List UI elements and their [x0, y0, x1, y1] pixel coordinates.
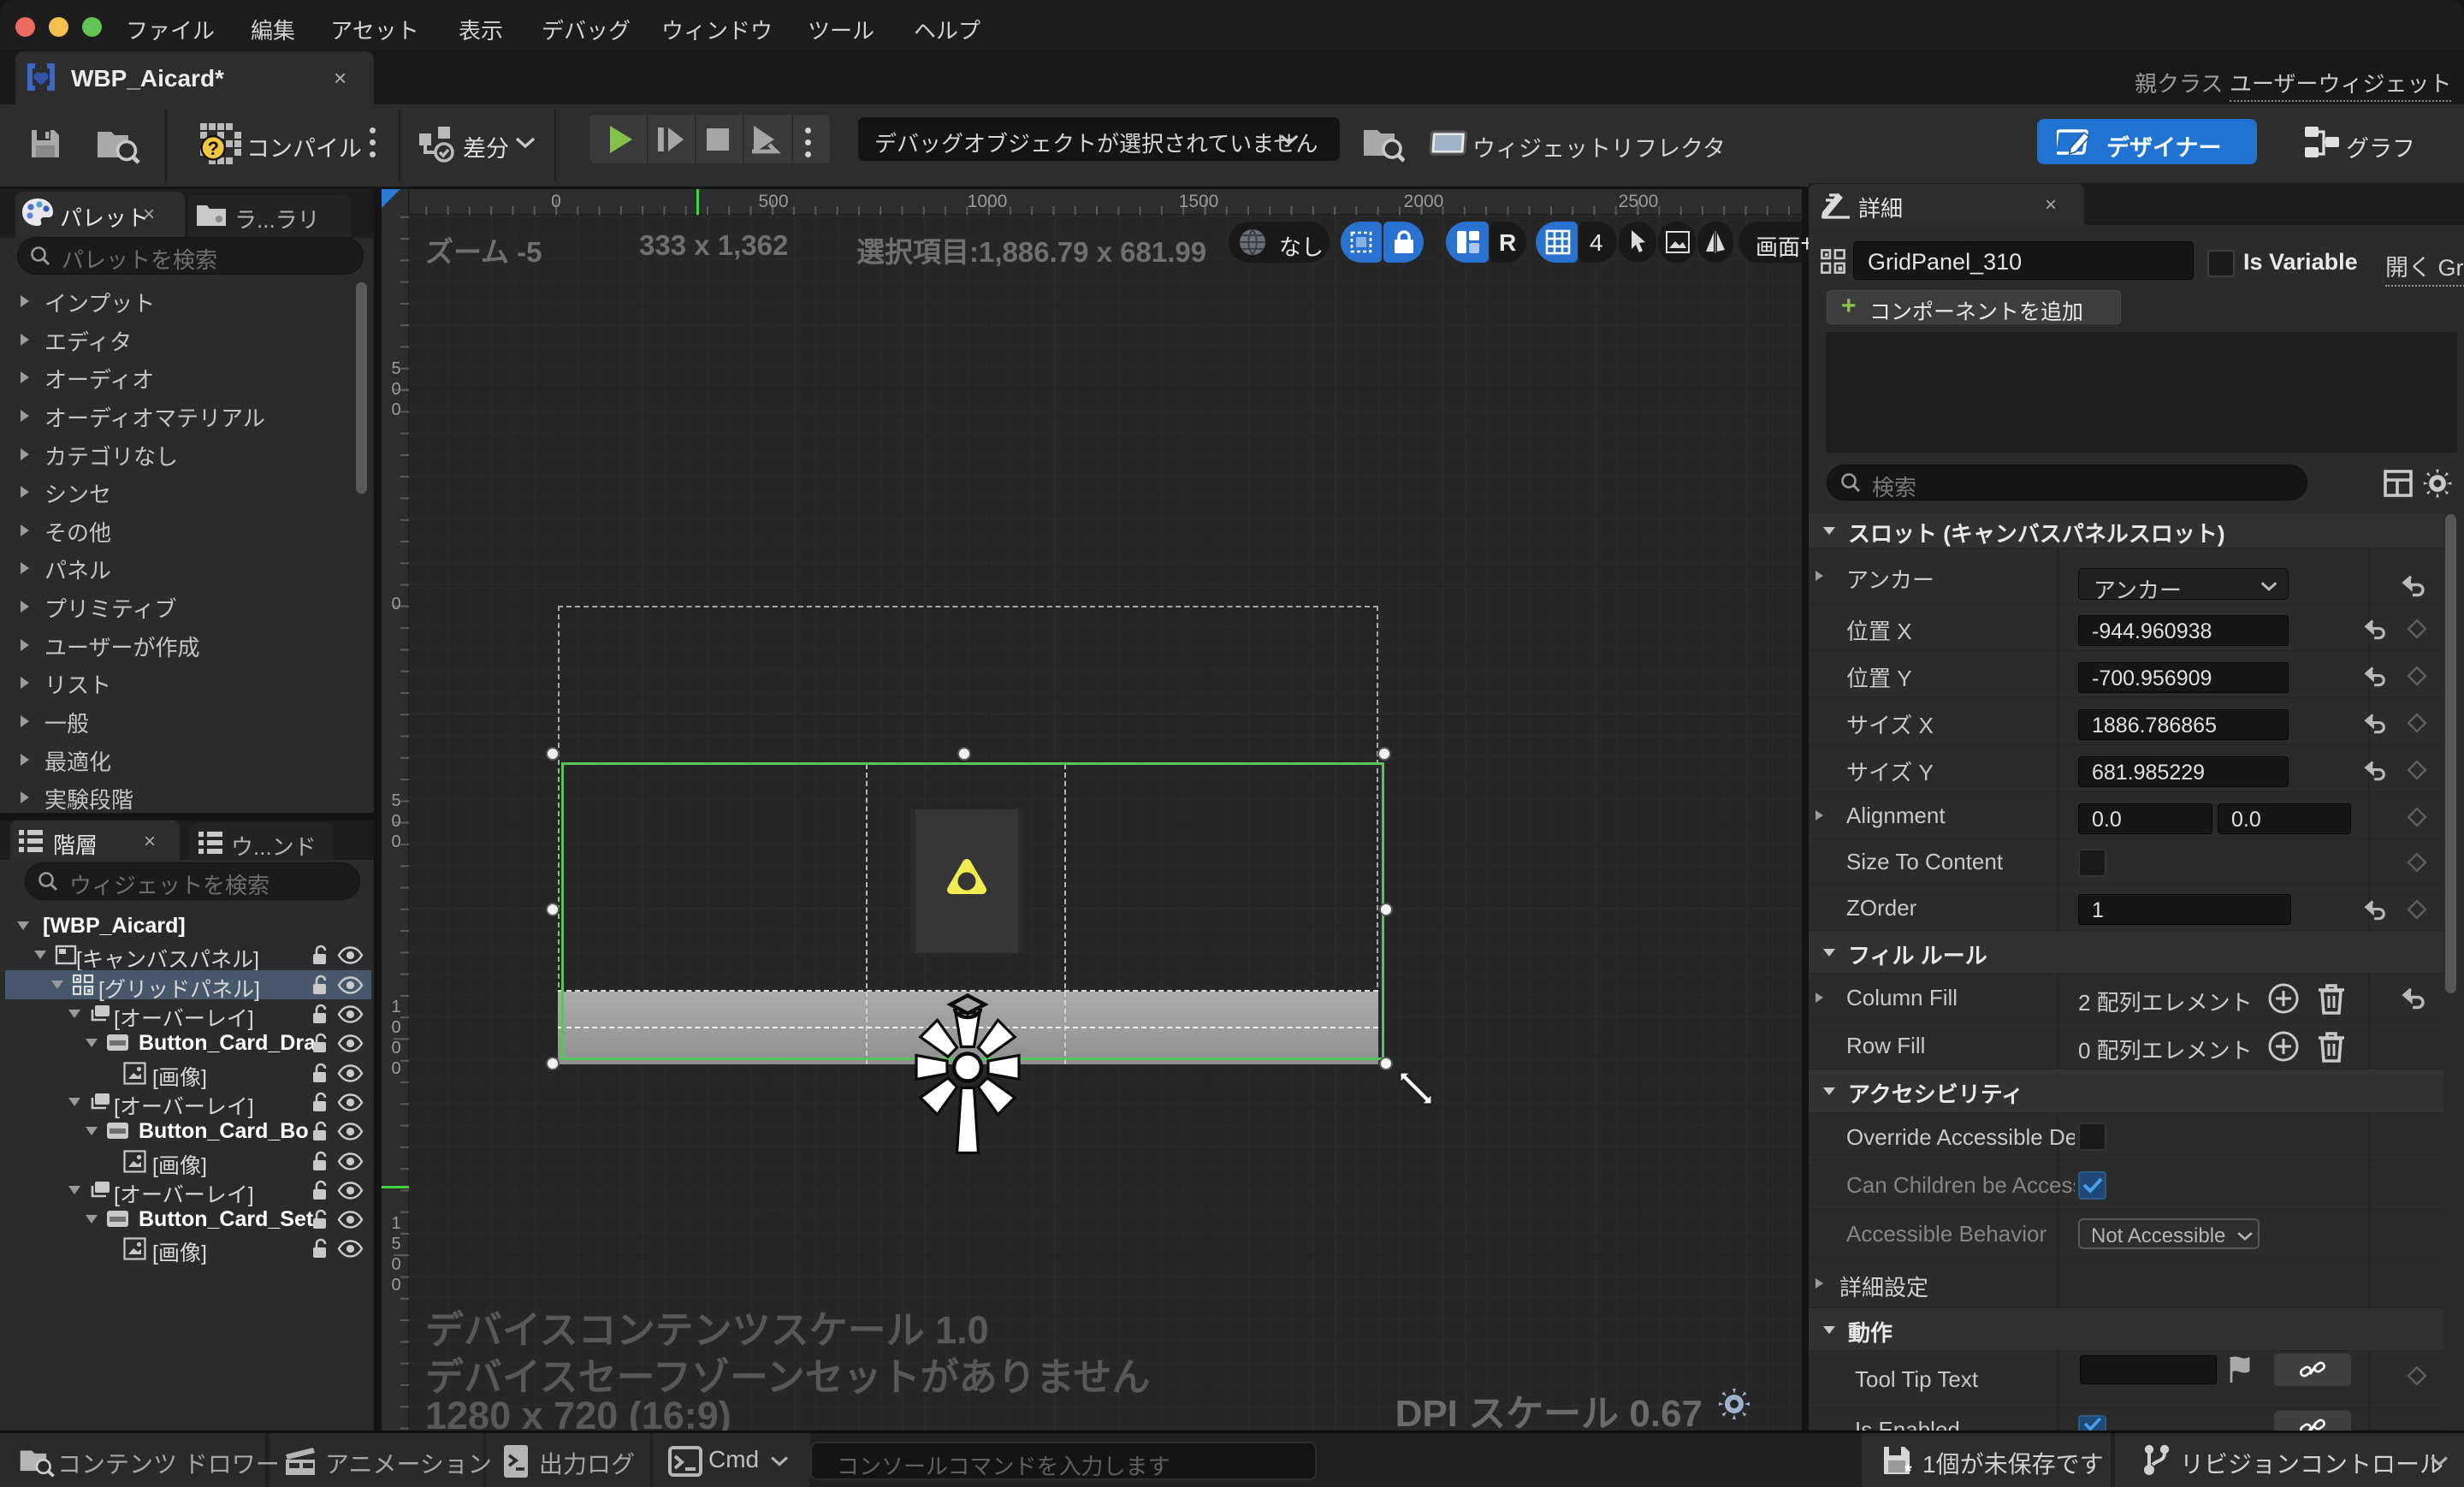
- svg-text:?: ?: [207, 138, 218, 159]
- svg-text:*: *: [1904, 1460, 1912, 1478]
